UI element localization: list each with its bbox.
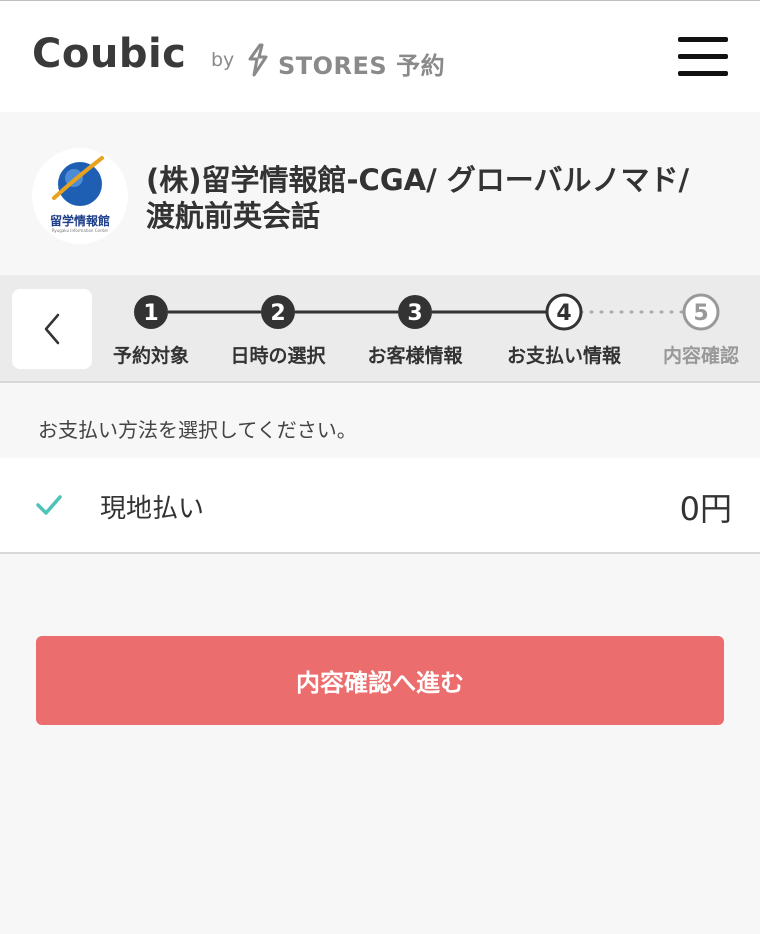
- stores-reserve-logo: STORES 予約: [278, 52, 446, 80]
- step-number-4: 4: [556, 301, 571, 326]
- step-number-5: 5: [693, 301, 708, 326]
- payment-price: 0円: [679, 490, 732, 528]
- app-header: Coubic by STORES 予約: [0, 0, 760, 112]
- shop-logo: 留学情報館 Ryugaku Information Center: [32, 148, 128, 244]
- check-icon: [36, 495, 62, 515]
- shop-name-line1: (株)留学情報館-CGA/ グローバルノマド/: [146, 163, 690, 197]
- shop-name-line2: 渡航前英会話: [146, 199, 321, 233]
- hamburger-menu-icon[interactable]: [678, 35, 728, 79]
- step-label-2: 日時の選択: [230, 345, 326, 367]
- shop-name: (株)留学情報館-CGA/ グローバルノマド/ 渡航前英会話: [146, 162, 746, 234]
- step-label-1: 予約対象: [112, 345, 190, 367]
- payment-method-name: 現地払い: [100, 494, 205, 524]
- payment-option-onsite[interactable]: 現地払い 0円: [0, 458, 760, 554]
- progress-steps: 1 2 3 4 5 予約対象 日時の選択 お客様情報 お支払い情報 内容確認: [0, 275, 760, 383]
- by-label: by: [211, 49, 235, 71]
- coubic-logo[interactable]: Coubic: [32, 31, 186, 77]
- stores-icon: [248, 43, 268, 77]
- step-number-1: 1: [143, 301, 158, 326]
- step-number-3: 3: [407, 301, 422, 326]
- shop-logo-text: 留学情報館: [49, 214, 110, 228]
- instruction-text: お支払い方法を選択してください。: [38, 418, 357, 442]
- step-label-3: お客様情報: [367, 345, 463, 367]
- shop-info: 留学情報館 Ryugaku Information Center (株)留学情報…: [0, 112, 760, 275]
- step-number-2: 2: [270, 301, 285, 326]
- shop-logo-subtext: Ryugaku Information Center: [51, 228, 109, 233]
- step-label-4: お支払い情報: [506, 345, 622, 367]
- proceed-to-confirm-button[interactable]: 内容確認へ進む: [36, 636, 724, 725]
- step-label-5: 内容確認: [662, 345, 740, 367]
